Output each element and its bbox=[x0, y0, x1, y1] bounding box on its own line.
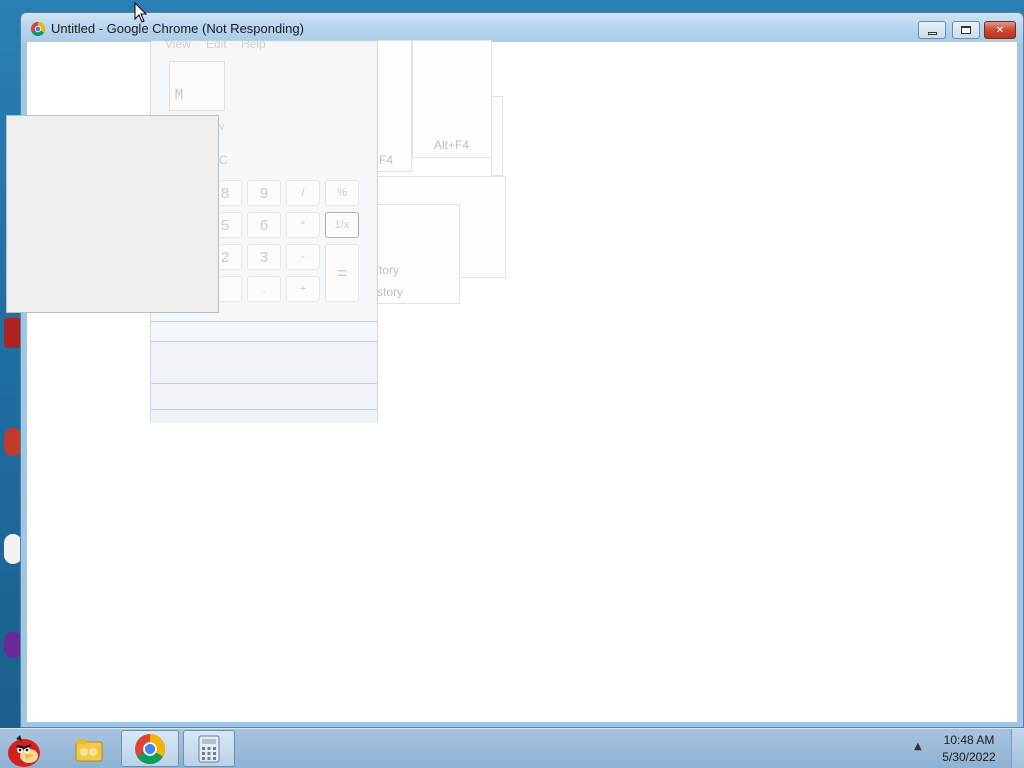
ghost-key-3: 3 bbox=[247, 244, 281, 270]
angry-birds-start-icon[interactable] bbox=[2, 729, 46, 768]
mouse-cursor-icon bbox=[134, 2, 148, 23]
ghost-band-4 bbox=[151, 409, 377, 423]
window-title: Untitled - Google Chrome (Not Responding… bbox=[51, 21, 304, 36]
minimize-icon bbox=[927, 31, 937, 35]
ghost-band-1 bbox=[151, 321, 377, 323]
desktop-icon-purple[interactable] bbox=[0, 632, 22, 658]
ghost-history-b: story bbox=[377, 285, 404, 299]
ghost-menu-help: Help bbox=[241, 37, 266, 51]
system-clock[interactable]: 10:48 AM 5/30/2022 bbox=[934, 732, 1004, 766]
ghost-shortcut-a: F4 bbox=[379, 153, 394, 167]
ghost-display: M bbox=[169, 61, 225, 111]
close-icon: ✕ bbox=[995, 24, 1005, 36]
show-hidden-icons-button[interactable]: ▲ bbox=[914, 741, 922, 752]
maximize-button[interactable] bbox=[952, 21, 980, 39]
close-button[interactable]: ✕ bbox=[984, 21, 1016, 39]
unpainted-region bbox=[6, 115, 219, 313]
ghost-shortcut-b: Alt+F4 bbox=[434, 138, 470, 152]
ghost-key-percent: % bbox=[325, 180, 359, 206]
ghost-key-decimal: . bbox=[247, 276, 281, 302]
folder-icon bbox=[75, 738, 103, 761]
taskbar-calculator[interactable] bbox=[183, 730, 235, 767]
maximize-icon bbox=[961, 26, 971, 34]
ghost-panel-back: Alt+F4 bbox=[412, 40, 492, 158]
ghost-key-plus: + bbox=[286, 276, 320, 302]
calculator-icon bbox=[198, 735, 220, 762]
ghost-key-9: 9 bbox=[247, 180, 281, 206]
taskbar-folder[interactable] bbox=[60, 730, 118, 767]
ghost-menu-bar: View Edit Help bbox=[151, 37, 377, 51]
show-desktop-button[interactable] bbox=[1011, 729, 1024, 768]
desktop-icon-red[interactable] bbox=[0, 318, 22, 348]
ghost-key-multiply: * bbox=[286, 212, 320, 238]
ghost-menu-edit: Edit bbox=[206, 37, 227, 51]
ghost-panel-history-2: tory story bbox=[376, 204, 460, 304]
taskbar: ▲ 10:48 AM 5/30/2022 bbox=[0, 728, 1024, 768]
ghost-panel-back-2 bbox=[491, 96, 503, 176]
ghost-key-reciprocal: 1/x bbox=[325, 212, 359, 238]
ghost-key-divide: / bbox=[286, 180, 320, 206]
taskbar-chrome[interactable] bbox=[121, 730, 179, 767]
ghost-memory-indicator: M bbox=[175, 88, 183, 103]
ghost-band-2 bbox=[151, 341, 377, 383]
ghost-band-3 bbox=[151, 383, 377, 409]
ghost-key-6: 6 bbox=[247, 212, 281, 238]
ghost-key-minus: - bbox=[286, 244, 320, 270]
ghost-menu-view: View bbox=[165, 37, 191, 51]
desktop-icon-red-2[interactable] bbox=[0, 428, 22, 456]
chrome-taskbar-icon bbox=[135, 733, 165, 764]
ghost-partial-c: C bbox=[219, 153, 228, 167]
chrome-icon bbox=[31, 22, 45, 36]
clock-time: 10:48 AM bbox=[943, 733, 995, 747]
clock-date: 5/30/2022 bbox=[942, 750, 996, 764]
ghost-partial-v: v bbox=[219, 121, 225, 133]
ghost-panel-mid: F4 bbox=[376, 40, 412, 172]
minimize-button[interactable] bbox=[918, 21, 946, 39]
ghost-history-a: tory bbox=[379, 263, 400, 277]
desktop-icon-white[interactable] bbox=[0, 534, 22, 564]
ghost-key-equals: = bbox=[325, 244, 359, 302]
